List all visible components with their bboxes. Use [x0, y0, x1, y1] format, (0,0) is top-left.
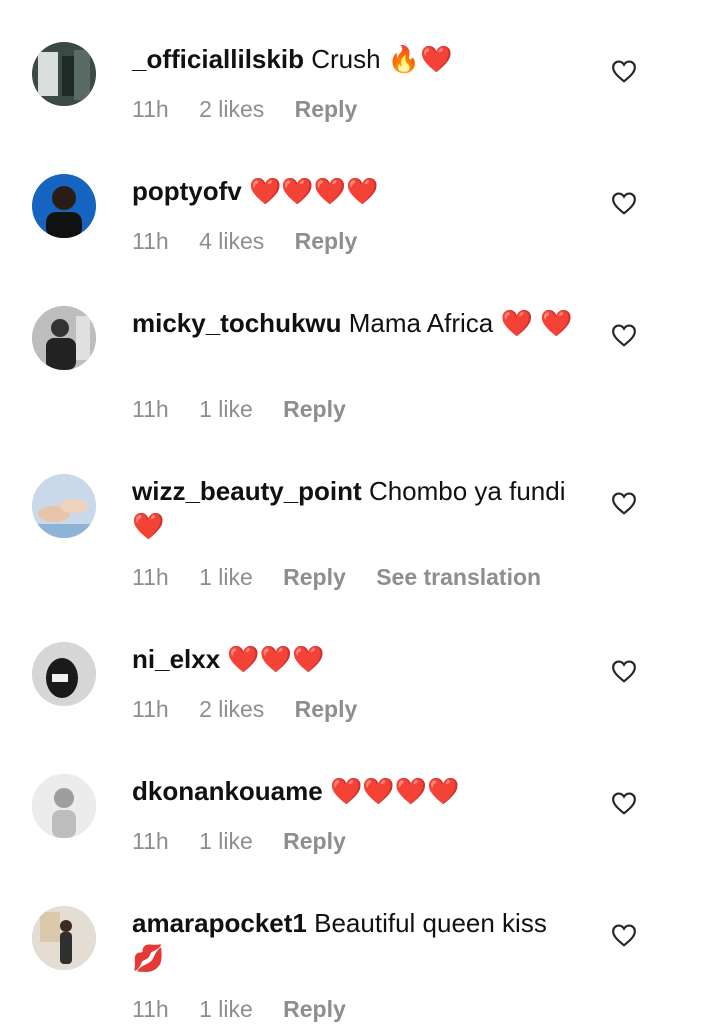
reply-button[interactable]: Reply — [295, 96, 358, 122]
comment-text: Crush 🔥❤️ — [311, 44, 453, 74]
avatar-image — [32, 774, 96, 838]
avatar-image — [32, 42, 96, 106]
reply-button[interactable]: Reply — [283, 996, 346, 1022]
like-button[interactable] — [609, 920, 639, 950]
like-button[interactable] — [609, 320, 639, 350]
comment-username[interactable]: ni_elxx — [132, 644, 220, 674]
comment-time: 11h — [132, 564, 169, 590]
comment-likes[interactable]: 1 like — [199, 564, 253, 590]
reply-button[interactable]: Reply — [295, 228, 358, 254]
comment-likes[interactable]: 2 likes — [199, 96, 264, 122]
avatar[interactable] — [32, 42, 96, 106]
comment-meta: 11h 1 like Reply — [132, 828, 370, 855]
comment-time: 11h — [132, 996, 169, 1022]
avatar-image — [32, 306, 96, 370]
comment-likes[interactable]: 2 likes — [199, 696, 264, 722]
heart-outline-icon — [612, 324, 636, 347]
heart-outline-icon — [612, 60, 636, 83]
comment-username[interactable]: poptyofv — [132, 176, 242, 206]
avatar[interactable] — [32, 774, 96, 838]
like-button[interactable] — [609, 188, 639, 218]
comment-likes[interactable]: 4 likes — [199, 228, 264, 254]
reply-button[interactable]: Reply — [283, 828, 346, 854]
comment-text: ❤️❤️❤️ — [227, 644, 325, 674]
comment-meta: 11h 1 like Reply — [132, 996, 370, 1023]
comment-text: Mama Africa ❤️ ❤️ — [348, 308, 573, 338]
comment-username[interactable]: amarapocket1 — [132, 908, 307, 938]
heart-outline-icon — [612, 492, 636, 515]
avatar-image — [32, 474, 96, 538]
comment-username[interactable]: micky_tochukwu — [132, 308, 342, 338]
avatar-image — [32, 906, 96, 970]
comment-text: ❤️❤️❤️❤️ — [329, 776, 460, 806]
comment-time: 11h — [132, 696, 169, 722]
comment-time: 11h — [132, 828, 169, 854]
comment-body: ni_elxx ❤️❤️❤️ — [132, 642, 582, 677]
heart-outline-icon — [612, 924, 636, 947]
heart-outline-icon — [612, 792, 636, 815]
heart-outline-icon — [612, 660, 636, 683]
comment-body: dkonankouame ❤️❤️❤️❤️ — [132, 774, 582, 809]
comment-meta: 11h 2 likes Reply — [132, 96, 381, 123]
comment-time: 11h — [132, 228, 169, 254]
avatar[interactable] — [32, 306, 96, 370]
like-button[interactable] — [609, 56, 639, 86]
heart-outline-icon — [612, 192, 636, 215]
comment-meta: 11h 1 like Reply — [132, 396, 370, 423]
comment-username[interactable]: _officiallilskib — [132, 44, 304, 74]
reply-button[interactable]: Reply — [283, 564, 346, 590]
comment-meta: 11h 2 likes Reply — [132, 696, 381, 723]
see-translation-button[interactable]: See translation — [376, 564, 541, 590]
comment-likes[interactable]: 1 like — [199, 828, 253, 854]
comment-meta: 11h 1 like Reply See translation — [132, 564, 565, 591]
comment-body: _officiallilskib Crush 🔥❤️ — [132, 42, 582, 77]
comment-username[interactable]: dkonankouame — [132, 776, 323, 806]
avatar[interactable] — [32, 474, 96, 538]
comment-meta: 11h 4 likes Reply — [132, 228, 381, 255]
reply-button[interactable]: Reply — [295, 696, 358, 722]
avatar[interactable] — [32, 174, 96, 238]
avatar-image — [32, 642, 96, 706]
comment-likes[interactable]: 1 like — [199, 396, 253, 422]
comment-time: 11h — [132, 396, 169, 422]
comment-text: ❤️❤️❤️❤️ — [249, 176, 379, 206]
comment-body: amarapocket1 Beautiful queen kiss 💋 — [132, 906, 582, 976]
avatar[interactable] — [32, 642, 96, 706]
comment-likes[interactable]: 1 like — [199, 996, 253, 1022]
avatar[interactable] — [32, 906, 96, 970]
avatar-image — [32, 174, 96, 238]
comment-body: wizz_beauty_point Chombo ya fundi❤️ — [132, 474, 582, 544]
comment-body: micky_tochukwu Mama Africa ❤️ ❤️ — [132, 306, 582, 341]
comment-body: poptyofv ❤️❤️❤️❤️ — [132, 174, 582, 209]
reply-button[interactable]: Reply — [283, 396, 346, 422]
like-button[interactable] — [609, 488, 639, 518]
like-button[interactable] — [609, 788, 639, 818]
comment-username[interactable]: wizz_beauty_point — [132, 476, 362, 506]
like-button[interactable] — [609, 656, 639, 686]
comment-time: 11h — [132, 96, 169, 122]
